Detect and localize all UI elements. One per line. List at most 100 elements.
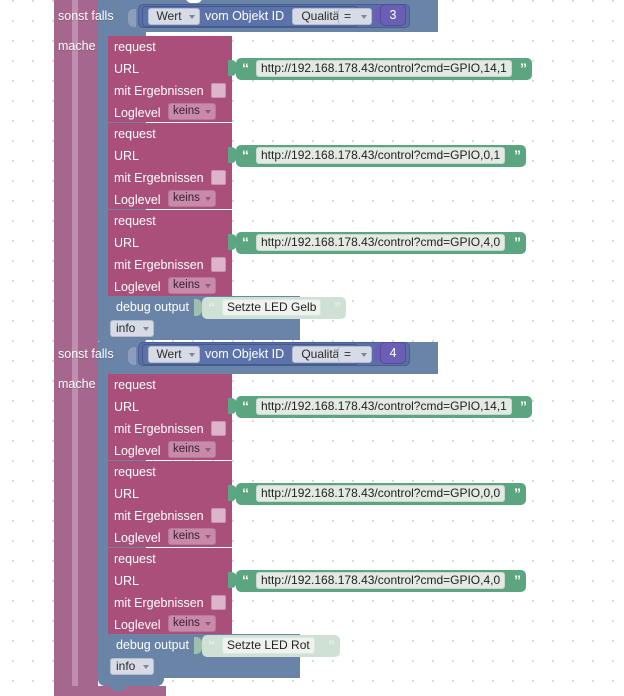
url-text-value-1-2[interactable]: http://192.168.178.43/control?cmd=GPIO,0… [256,147,506,164]
url-text-value-1-3[interactable]: http://192.168.178.43/control?cmd=GPIO,4… [256,234,506,251]
chevron-down-icon [361,352,367,357]
quote-open-icon: “ [208,299,215,315]
request-results-checkbox-2-3[interactable] [211,595,226,610]
request-title-1-2: request [114,127,156,141]
outer-control-block-spine-1[interactable] [54,0,72,686]
quote-close-icon: ” [514,572,521,588]
request-results-checkbox-2-1[interactable] [211,421,226,436]
request-title-2-1: request [114,378,156,392]
chevron-down-icon [205,284,211,288]
request-results-label-1-3: mit Ergebnissen [114,258,204,272]
url-text-value-1-1[interactable]: http://192.168.178.43/control?cmd=GPIO,1… [256,60,512,77]
chevron-down-icon [143,665,149,669]
request-loglevel-dropdown-1-1[interactable]: keins [168,103,216,120]
elseif-block-2-bottom [98,678,164,686]
url-text-block-1-2[interactable]: “ http://192.168.178.43/control?cmd=GPIO… [236,145,526,167]
url-text-block-1-1[interactable]: “ http://192.168.178.43/control?cmd=GPIO… [236,58,532,80]
debug-level-dropdown-2[interactable]: info [110,658,154,675]
do-label-1: mache [58,39,96,53]
quote-close-icon: ” [514,485,521,501]
chevron-down-icon [361,14,367,19]
request-title-1-1: request [114,40,156,54]
operator-dropdown-2[interactable]: = [338,345,372,363]
chevron-down-icon [189,14,195,19]
request-loglevel-value-2-2: keins [173,530,200,542]
chevron-down-icon [205,622,211,626]
quote-close-icon: ” [334,299,341,315]
debug-level-value-1: info [116,321,136,335]
request-title-1-3: request [114,214,156,228]
object-id-label-2: vom Objekt ID [205,346,285,361]
request-title-2-3: request [114,552,156,566]
operator-dropdown-1[interactable]: = [338,7,372,25]
do-label-2: mache [58,377,96,391]
quote-open-icon: “ [242,485,249,501]
chevron-down-icon [205,197,211,201]
request-loglevel-dropdown-2-2[interactable]: keins [168,528,216,545]
request-loglevel-dropdown-1-2[interactable]: keins [168,190,216,207]
url-text-block-2-3[interactable]: “ http://192.168.178.43/control?cmd=GPIO… [236,570,526,592]
url-text-value-2-2[interactable]: http://192.168.178.43/control?cmd=GPIO,0… [256,485,506,502]
object-id-value-1: Qualität [301,8,343,23]
url-text-value-2-1[interactable]: http://192.168.178.43/control?cmd=GPIO,1… [256,398,512,415]
number-block-1[interactable]: 3 [380,4,406,26]
condition-socket-tab-2 [128,347,136,365]
debug-level-dropdown-1[interactable]: info [110,320,154,337]
request-loglevel-label-1-3: Loglevel [114,280,161,294]
chevron-down-icon [205,448,211,452]
elseif-block-2-next-bump [110,686,126,691]
url-text-block-1-3[interactable]: “ http://192.168.178.43/control?cmd=GPIO… [236,232,526,254]
blockly-workspace[interactable]: sonst falls mache Wert vom Objekt ID Qua… [0,0,624,696]
value-type-dropdown-label-1: Wert [156,8,182,23]
condition-socket-tab-1 [128,9,136,27]
url-text-value-2-3[interactable]: http://192.168.178.43/control?cmd=GPIO,4… [256,572,506,589]
debug-message-text-block-2[interactable]: “ Setzte LED Rot ” [202,635,340,657]
outer-control-block-spine-2[interactable] [78,0,98,686]
quote-close-icon: ” [520,60,527,76]
request-loglevel-label-2-2: Loglevel [114,531,161,545]
request-loglevel-value-1-2: keins [173,192,200,204]
number-value-1: 3 [389,8,397,22]
elseif-label-2: sonst falls [58,347,114,361]
debug-message-text-block-1[interactable]: “ Setzte LED Gelb ” [202,297,346,319]
request-url-label-1-3: URL [114,236,140,250]
request-results-checkbox-1-3[interactable] [211,257,226,272]
request-loglevel-dropdown-2-1[interactable]: keins [168,441,216,458]
quote-open-icon: “ [242,398,249,414]
request-loglevel-label-2-3: Loglevel [114,618,161,632]
url-text-block-2-2[interactable]: “ http://192.168.178.43/control?cmd=GPIO… [236,483,526,505]
operator-label-1: = [344,8,352,23]
request-loglevel-value-2-1: keins [173,443,200,455]
request-loglevel-dropdown-1-3[interactable]: keins [168,277,216,294]
chevron-down-icon [189,352,195,357]
request-loglevel-dropdown-2-3[interactable]: keins [168,615,216,632]
quote-close-icon: ” [514,147,521,163]
value-type-dropdown-1[interactable]: Wert [148,7,200,25]
request-loglevel-value-1-3: keins [173,279,200,291]
request-loglevel-label-1-2: Loglevel [114,193,161,207]
quote-open-icon: “ [208,637,215,653]
request-results-checkbox-1-1[interactable] [211,83,226,98]
request-results-label-1-2: mit Ergebnissen [114,171,204,185]
request-url-label-1-2: URL [114,149,140,163]
quote-open-icon: “ [242,147,249,163]
request-loglevel-label-2-1: Loglevel [114,444,161,458]
number-block-2[interactable]: 4 [380,342,406,364]
operator-label-2: = [344,346,352,361]
quote-close-icon: ” [520,398,527,414]
object-id-value-2: Qualität [301,346,343,361]
debug-message-value-2[interactable]: Setzte LED Rot [222,637,315,654]
debug-message-value-1[interactable]: Setzte LED Gelb [222,299,322,316]
request-results-checkbox-1-2[interactable] [211,170,226,185]
request-url-label-2-2: URL [114,487,140,501]
value-type-dropdown-2[interactable]: Wert [148,345,200,363]
value-type-dropdown-label-2: Wert [156,346,182,361]
quote-close-icon: ” [328,637,335,653]
request-results-label-1-1: mit Ergebnissen [114,84,204,98]
request-results-label-2-3: mit Ergebnissen [114,596,204,610]
number-value-2: 4 [389,346,397,360]
quote-open-icon: “ [242,234,249,250]
request-results-checkbox-2-2[interactable] [211,508,226,523]
url-text-block-2-1[interactable]: “ http://192.168.178.43/control?cmd=GPIO… [236,396,532,418]
request-url-label-2-1: URL [114,400,140,414]
